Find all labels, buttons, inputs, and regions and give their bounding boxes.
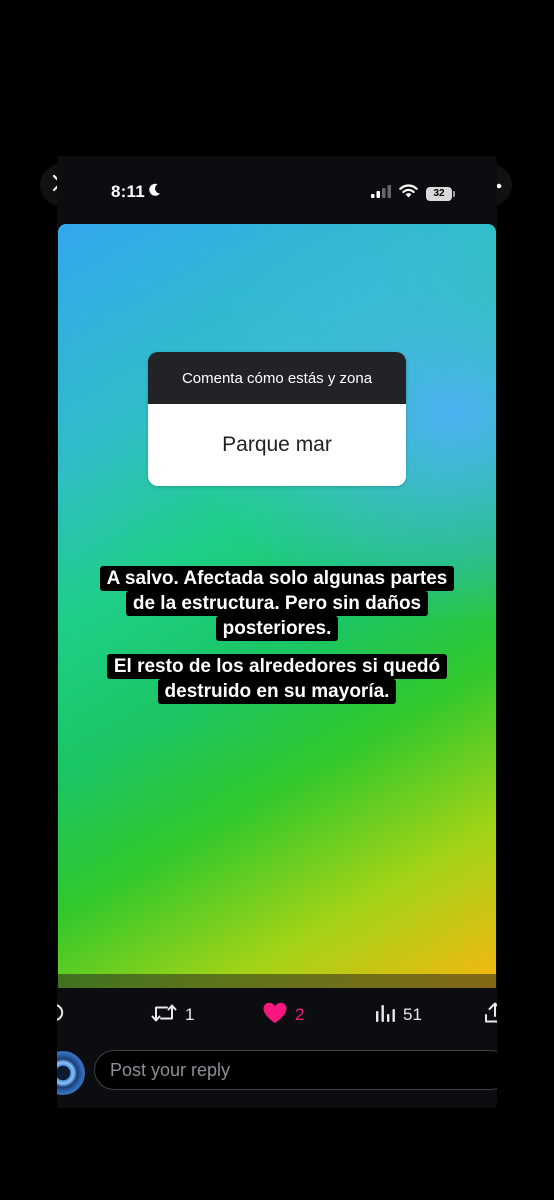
reply-icon [57, 1001, 65, 1030]
caption-line: El resto de los alrededores si quedó [106, 654, 448, 679]
post-action-bar: 1 2 51 [57, 998, 497, 1032]
views-icon [374, 1002, 396, 1029]
status-time-group: 8:11 [111, 182, 161, 202]
screenshot-frame: 8:11 32 Comenta cómo estás y zona Parque… [57, 156, 497, 1108]
caption-line: destruido en su mayoría. [157, 679, 397, 704]
status-bar: 8:11 32 [57, 156, 497, 224]
like-button[interactable]: 2 [262, 998, 304, 1032]
question-answer: Parque mar [148, 404, 406, 486]
caption-line: posteriores. [215, 616, 339, 641]
retweet-count: 1 [185, 1005, 195, 1024]
share-button[interactable] [483, 998, 497, 1032]
media-viewer: 8:11 32 Comenta cómo estás y zona Parque… [0, 0, 554, 1200]
story-bottom-strip [58, 974, 496, 988]
status-time: 8:11 [111, 182, 145, 201]
views-button[interactable]: 51 [374, 998, 422, 1032]
status-indicators: 32 [371, 184, 455, 203]
reply-placeholder: Post your reply [110, 1059, 231, 1080]
views-count: 51 [403, 1005, 422, 1024]
retweet-icon [150, 1001, 178, 1030]
caption-line: A salvo. Afectada solo algunas partes [99, 566, 455, 591]
avatar[interactable] [57, 1051, 85, 1095]
retweet-button[interactable]: 1 [150, 998, 194, 1032]
reply-composer: Post your reply [57, 1050, 497, 1095]
story-caption: A salvo. Afectada solo algunas partes de… [58, 566, 496, 704]
moon-icon [148, 182, 161, 202]
question-prompt: Comenta cómo estás y zona [148, 352, 406, 404]
caption-line: de la estructura. Pero sin daños [125, 591, 429, 616]
like-count: 2 [295, 1005, 305, 1024]
battery-icon: 32 [426, 186, 455, 201]
share-icon [483, 1001, 497, 1030]
heart-icon [262, 1001, 288, 1030]
story-image[interactable]: Comenta cómo estás y zona Parque mar A s… [58, 224, 496, 988]
reply-button[interactable] [57, 998, 65, 1032]
wifi-icon [399, 184, 418, 203]
question-sticker: Comenta cómo estás y zona Parque mar [148, 352, 406, 486]
battery-level: 32 [433, 188, 445, 199]
signal-icon [371, 184, 391, 203]
reply-input[interactable]: Post your reply [94, 1050, 497, 1090]
